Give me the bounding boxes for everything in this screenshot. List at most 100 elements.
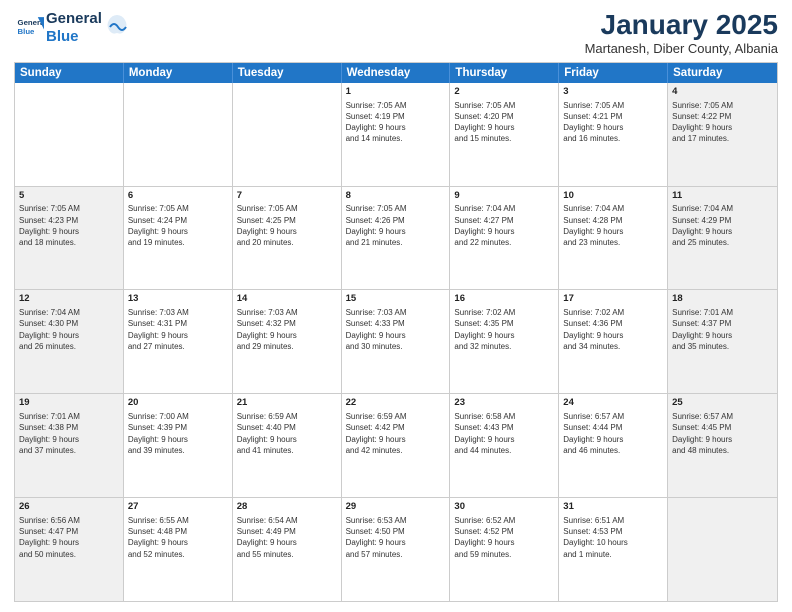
day-number: 8	[346, 190, 446, 203]
day-info: Sunrise: 7:04 AM Sunset: 4:28 PM Dayligh…	[563, 203, 663, 248]
weekday-header: Wednesday	[342, 63, 451, 83]
calendar-cell	[15, 83, 124, 186]
day-number: 28	[237, 501, 337, 514]
day-info: Sunrise: 6:58 AM Sunset: 4:43 PM Dayligh…	[454, 411, 554, 456]
calendar-cell: 5Sunrise: 7:05 AM Sunset: 4:23 PM Daylig…	[15, 187, 124, 290]
day-number: 10	[563, 190, 663, 203]
day-info: Sunrise: 7:05 AM Sunset: 4:23 PM Dayligh…	[19, 203, 119, 248]
calendar-cell: 13Sunrise: 7:03 AM Sunset: 4:31 PM Dayli…	[124, 290, 233, 393]
logo-wave-icon	[106, 13, 128, 35]
calendar-week: 1Sunrise: 7:05 AM Sunset: 4:19 PM Daylig…	[15, 83, 777, 187]
day-number: 5	[19, 190, 119, 203]
calendar-header: SundayMondayTuesdayWednesdayThursdayFrid…	[15, 63, 777, 83]
day-number: 1	[346, 86, 446, 99]
title-area: January 2025 Martanesh, Diber County, Al…	[585, 10, 778, 56]
day-info: Sunrise: 6:53 AM Sunset: 4:50 PM Dayligh…	[346, 515, 446, 560]
page: General Blue General Blue January 2025 M…	[0, 0, 792, 612]
day-info: Sunrise: 6:57 AM Sunset: 4:44 PM Dayligh…	[563, 411, 663, 456]
day-info: Sunrise: 7:04 AM Sunset: 4:30 PM Dayligh…	[19, 307, 119, 352]
day-info: Sunrise: 6:59 AM Sunset: 4:40 PM Dayligh…	[237, 411, 337, 456]
day-info: Sunrise: 6:57 AM Sunset: 4:45 PM Dayligh…	[672, 411, 773, 456]
calendar-cell: 24Sunrise: 6:57 AM Sunset: 4:44 PM Dayli…	[559, 394, 668, 497]
weekday-header: Sunday	[15, 63, 124, 83]
calendar-cell: 23Sunrise: 6:58 AM Sunset: 4:43 PM Dayli…	[450, 394, 559, 497]
calendar-cell: 9Sunrise: 7:04 AM Sunset: 4:27 PM Daylig…	[450, 187, 559, 290]
calendar-cell	[124, 83, 233, 186]
calendar-cell: 8Sunrise: 7:05 AM Sunset: 4:26 PM Daylig…	[342, 187, 451, 290]
day-number: 12	[19, 293, 119, 306]
day-number: 14	[237, 293, 337, 306]
calendar-cell: 28Sunrise: 6:54 AM Sunset: 4:49 PM Dayli…	[233, 498, 342, 601]
day-info: Sunrise: 6:52 AM Sunset: 4:52 PM Dayligh…	[454, 515, 554, 560]
weekday-header: Saturday	[668, 63, 777, 83]
calendar-cell: 22Sunrise: 6:59 AM Sunset: 4:42 PM Dayli…	[342, 394, 451, 497]
logo-general: General	[46, 10, 102, 27]
day-info: Sunrise: 7:03 AM Sunset: 4:33 PM Dayligh…	[346, 307, 446, 352]
calendar-cell: 31Sunrise: 6:51 AM Sunset: 4:53 PM Dayli…	[559, 498, 668, 601]
logo-text: General Blue	[46, 10, 102, 46]
day-number: 29	[346, 501, 446, 514]
calendar-cell: 7Sunrise: 7:05 AM Sunset: 4:25 PM Daylig…	[233, 187, 342, 290]
day-info: Sunrise: 7:02 AM Sunset: 4:35 PM Dayligh…	[454, 307, 554, 352]
day-number: 25	[672, 397, 773, 410]
day-number: 23	[454, 397, 554, 410]
calendar-cell: 2Sunrise: 7:05 AM Sunset: 4:20 PM Daylig…	[450, 83, 559, 186]
day-info: Sunrise: 7:00 AM Sunset: 4:39 PM Dayligh…	[128, 411, 228, 456]
day-number: 2	[454, 86, 554, 99]
day-info: Sunrise: 7:04 AM Sunset: 4:29 PM Dayligh…	[672, 203, 773, 248]
calendar-cell: 10Sunrise: 7:04 AM Sunset: 4:28 PM Dayli…	[559, 187, 668, 290]
day-number: 27	[128, 501, 228, 514]
calendar-cell: 6Sunrise: 7:05 AM Sunset: 4:24 PM Daylig…	[124, 187, 233, 290]
day-info: Sunrise: 7:03 AM Sunset: 4:31 PM Dayligh…	[128, 307, 228, 352]
day-info: Sunrise: 6:54 AM Sunset: 4:49 PM Dayligh…	[237, 515, 337, 560]
day-number: 31	[563, 501, 663, 514]
calendar-body: 1Sunrise: 7:05 AM Sunset: 4:19 PM Daylig…	[15, 83, 777, 601]
svg-text:Blue: Blue	[18, 27, 36, 36]
day-number: 24	[563, 397, 663, 410]
calendar-cell: 12Sunrise: 7:04 AM Sunset: 4:30 PM Dayli…	[15, 290, 124, 393]
calendar-cell: 17Sunrise: 7:02 AM Sunset: 4:36 PM Dayli…	[559, 290, 668, 393]
calendar-week: 5Sunrise: 7:05 AM Sunset: 4:23 PM Daylig…	[15, 187, 777, 291]
calendar-week: 19Sunrise: 7:01 AM Sunset: 4:38 PM Dayli…	[15, 394, 777, 498]
calendar-cell: 30Sunrise: 6:52 AM Sunset: 4:52 PM Dayli…	[450, 498, 559, 601]
calendar-cell: 4Sunrise: 7:05 AM Sunset: 4:22 PM Daylig…	[668, 83, 777, 186]
day-info: Sunrise: 7:05 AM Sunset: 4:25 PM Dayligh…	[237, 203, 337, 248]
weekday-header: Tuesday	[233, 63, 342, 83]
calendar-cell: 20Sunrise: 7:00 AM Sunset: 4:39 PM Dayli…	[124, 394, 233, 497]
calendar-cell: 3Sunrise: 7:05 AM Sunset: 4:21 PM Daylig…	[559, 83, 668, 186]
day-info: Sunrise: 7:01 AM Sunset: 4:38 PM Dayligh…	[19, 411, 119, 456]
day-info: Sunrise: 6:51 AM Sunset: 4:53 PM Dayligh…	[563, 515, 663, 560]
day-number: 15	[346, 293, 446, 306]
day-info: Sunrise: 6:56 AM Sunset: 4:47 PM Dayligh…	[19, 515, 119, 560]
day-number: 6	[128, 190, 228, 203]
calendar-cell: 15Sunrise: 7:03 AM Sunset: 4:33 PM Dayli…	[342, 290, 451, 393]
calendar-cell: 16Sunrise: 7:02 AM Sunset: 4:35 PM Dayli…	[450, 290, 559, 393]
calendar-cell: 26Sunrise: 6:56 AM Sunset: 4:47 PM Dayli…	[15, 498, 124, 601]
day-info: Sunrise: 6:55 AM Sunset: 4:48 PM Dayligh…	[128, 515, 228, 560]
day-number: 18	[672, 293, 773, 306]
calendar-cell	[233, 83, 342, 186]
day-number: 17	[563, 293, 663, 306]
calendar-cell: 29Sunrise: 6:53 AM Sunset: 4:50 PM Dayli…	[342, 498, 451, 601]
day-number: 9	[454, 190, 554, 203]
location: Martanesh, Diber County, Albania	[585, 41, 778, 56]
month-year: January 2025	[585, 10, 778, 41]
calendar: SundayMondayTuesdayWednesdayThursdayFrid…	[14, 62, 778, 602]
day-number: 20	[128, 397, 228, 410]
day-info: Sunrise: 7:05 AM Sunset: 4:26 PM Dayligh…	[346, 203, 446, 248]
day-number: 22	[346, 397, 446, 410]
calendar-cell: 25Sunrise: 6:57 AM Sunset: 4:45 PM Dayli…	[668, 394, 777, 497]
calendar-week: 26Sunrise: 6:56 AM Sunset: 4:47 PM Dayli…	[15, 498, 777, 601]
logo-blue: Blue	[46, 28, 79, 45]
day-number: 30	[454, 501, 554, 514]
logo-icon: General Blue	[16, 14, 44, 42]
calendar-cell: 21Sunrise: 6:59 AM Sunset: 4:40 PM Dayli…	[233, 394, 342, 497]
logo-area: General Blue General Blue	[14, 10, 128, 46]
calendar-week: 12Sunrise: 7:04 AM Sunset: 4:30 PM Dayli…	[15, 290, 777, 394]
day-info: Sunrise: 7:03 AM Sunset: 4:32 PM Dayligh…	[237, 307, 337, 352]
day-info: Sunrise: 7:05 AM Sunset: 4:20 PM Dayligh…	[454, 100, 554, 145]
day-number: 21	[237, 397, 337, 410]
day-number: 11	[672, 190, 773, 203]
day-number: 19	[19, 397, 119, 410]
day-number: 7	[237, 190, 337, 203]
